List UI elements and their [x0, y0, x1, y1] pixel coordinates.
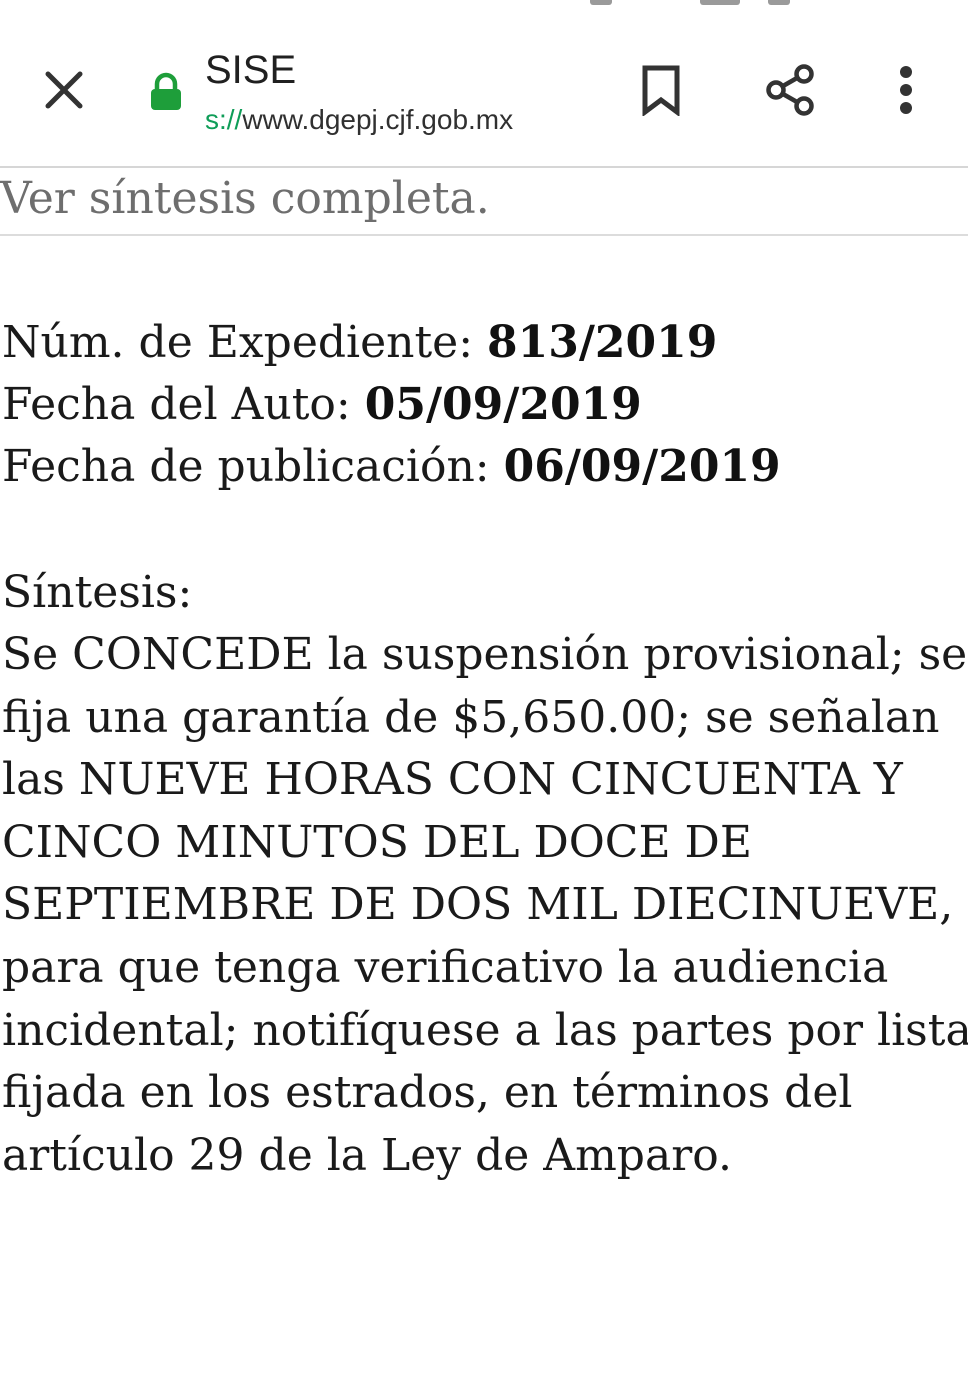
fecha-auto-row: Fecha del Auto: 05/09/2019 [2, 374, 781, 436]
sintesis-line: fijada en los estrados, en términos del [2, 1067, 853, 1119]
more-options-button[interactable] [870, 54, 942, 126]
sintesis-line: CINCO MINUTOS DEL DOCE DE [2, 816, 752, 868]
sintesis-body: Se CONCEDE la suspensión provisional; se… [2, 624, 968, 1187]
expediente-value: 813/2019 [487, 317, 718, 368]
fecha-publicacion-label: Fecha de publicación: [2, 441, 504, 492]
close-icon [45, 71, 83, 109]
bookmark-icon [642, 65, 680, 116]
sintesis-line: artículo 29 de la Ley de Amparo. [2, 1129, 732, 1181]
sintesis-heading: Síntesis: [2, 567, 193, 618]
expediente-label: Núm. de Expediente: [2, 317, 488, 368]
share-button[interactable] [754, 54, 826, 126]
fecha-auto-value: 05/09/2019 [364, 379, 642, 430]
expediente-row: Núm. de Expediente: 813/2019 [2, 312, 781, 374]
share-icon [766, 64, 814, 116]
sintesis-line: SEPTIEMBRE DE DOS MIL DIECINUEVE, [2, 879, 954, 931]
fecha-publicacion-value: 06/09/2019 [503, 441, 781, 492]
ver-sintesis-link[interactable]: Ver síntesis completa. [0, 168, 968, 236]
sintesis-line: las NUEVE HORAS CON CINCUENTA Y [2, 754, 903, 806]
sintesis-line: fija una garantía de $5,650.00; se señal… [2, 691, 940, 743]
lock-icon [151, 72, 181, 110]
page-url[interactable]: s://www.dgepj.cjf.gob.mx [205, 102, 605, 138]
fecha-auto-label: Fecha del Auto: [2, 379, 365, 430]
close-tab-button[interactable] [28, 54, 100, 126]
browser-toolbar: SISE s://www.dgepj.cjf.gob.mx [0, 0, 968, 168]
page-title: SISE [205, 48, 297, 92]
bookmark-button[interactable] [625, 54, 697, 126]
sintesis-line: incidental; notifíquese a las partes por… [2, 1004, 968, 1056]
url-scheme: s:// [205, 104, 243, 135]
sintesis-line: para que tenga verificativo la audiencia [2, 941, 889, 993]
ver-sintesis-label: Ver síntesis completa. [0, 173, 490, 224]
status-bar-edge [0, 0, 968, 8]
fecha-publicacion-row: Fecha de publicación: 06/09/2019 [2, 436, 781, 498]
sintesis-line: Se CONCEDE la suspensión provisional; se [2, 629, 968, 680]
case-info: Núm. de Expediente: 813/2019 Fecha del A… [2, 312, 781, 498]
url-host: www.dgepj.cjf.gob.mx [242, 104, 514, 135]
more-vert-icon [900, 66, 912, 114]
